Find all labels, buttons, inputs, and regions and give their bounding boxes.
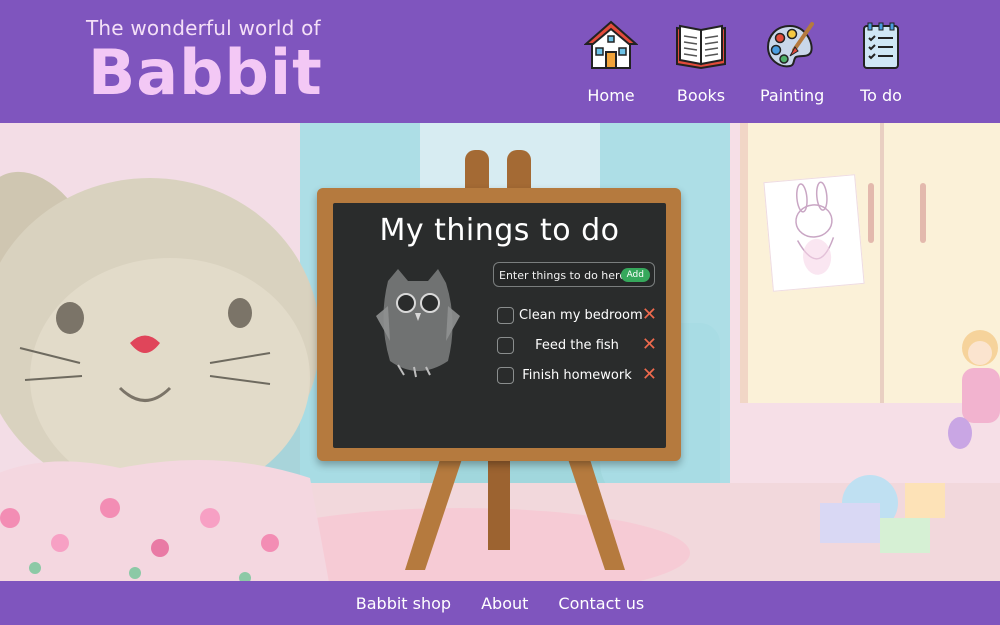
list-item: Clean my bedroom ✕ [497,304,657,336]
wardrobe-handle [920,183,926,243]
nav-label-painting: Painting [760,86,825,105]
delete-icon[interactable]: ✕ [642,334,657,355]
footer-link-about[interactable]: About [481,594,528,613]
footer-link-shop[interactable]: Babbit shop [356,594,451,613]
wall-drawing [763,174,865,292]
toy-block [880,518,930,553]
nav-label-books: Books [676,86,726,105]
toy-block [820,503,880,543]
site-header: The wonderful world of Babbit Home Books… [0,0,1000,123]
todo-text: Feed the fish [535,338,619,353]
bunny-sketch-icon [795,181,835,275]
todo-checkbox[interactable] [497,367,514,384]
footer-link-contact[interactable]: Contact us [558,594,644,613]
toy-block [905,483,945,518]
main-nav: Home Books Painting To do [580,0,912,123]
nav-item-painting[interactable]: Painting [760,0,825,123]
todo-input-box: Add [493,262,655,287]
wardrobe-handle [868,183,874,243]
nav-item-home[interactable]: Home [580,0,642,123]
todo-checkbox[interactable] [497,337,514,354]
site-footer: Babbit shop About Contact us [0,581,1000,625]
checklist-icon [863,22,899,69]
palette-icon [766,22,814,68]
nav-label-todo: To do [860,86,902,105]
nav-label-home: Home [587,86,635,105]
wardrobe-divider [880,123,884,403]
todo-text: Clean my bedroom [519,308,643,323]
delete-icon[interactable]: ✕ [642,364,657,385]
owl-chalk-icon [376,269,460,378]
doll-icon [948,330,1000,449]
brand-title[interactable]: Babbit [88,36,323,109]
list-item: Feed the fish ✕ [497,334,657,366]
delete-icon[interactable]: ✕ [642,304,657,325]
todo-text: Finish homework [522,368,632,383]
todo-title: My things to do [379,213,620,248]
todo-input[interactable] [499,267,624,284]
list-item: Finish homework ✕ [497,364,657,396]
house-icon [584,20,638,69]
nav-item-todo[interactable]: To do [850,0,912,123]
bunny-plush-image [0,171,329,581]
todo-board: My things to do Add Clean my bedroom ✕ F… [333,203,666,448]
nav-item-books[interactable]: Books [670,0,732,123]
todo-checkbox[interactable] [497,307,514,324]
add-button[interactable]: Add [620,268,650,282]
book-icon [676,24,726,70]
todo-list: Clean my bedroom ✕ Feed the fish ✕ Finis… [497,304,657,396]
